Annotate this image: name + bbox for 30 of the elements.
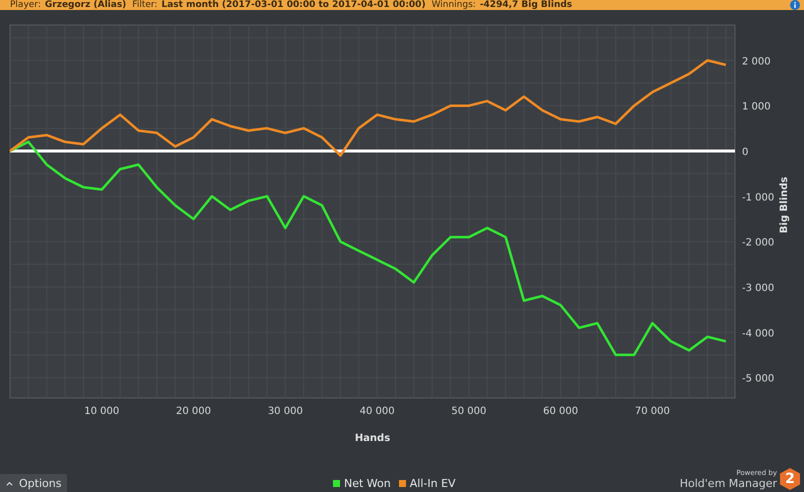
- winnings-label: Winnings:: [432, 0, 476, 10]
- options-button[interactable]: Options: [0, 474, 68, 492]
- player-label: Player:: [10, 0, 41, 10]
- logo-badge: 2: [780, 468, 800, 490]
- info-icon[interactable]: [790, 0, 800, 10]
- y-tick-label: -5 000: [742, 374, 774, 385]
- y-tick-label: 0: [742, 147, 748, 158]
- x-tick-label: 40 000: [360, 406, 395, 417]
- filter-value: Last month (2017-03-01 00:00 to 2017-04-01 00:00): [161, 0, 426, 10]
- x-axis-title: Hands: [354, 433, 390, 444]
- y-tick-label: 2 000: [742, 56, 771, 68]
- x-tick-label: 60 000: [543, 406, 578, 417]
- winnings-value: -4294,7 Big Blinds: [480, 0, 572, 10]
- player-name: Grzegorz (Alias): [44, 0, 126, 10]
- legend-label[interactable]: Net Won: [344, 477, 391, 490]
- product-name: Hold'em Manager: [680, 478, 777, 490]
- x-tick-label: 30 000: [268, 406, 303, 417]
- caret-icon: [6, 481, 13, 486]
- y-tick-label: -1 000: [742, 192, 774, 204]
- x-tick-label: 20 000: [176, 406, 212, 417]
- y-tick-label: -4 000: [742, 328, 774, 340]
- filter-label: Filter:: [132, 0, 158, 10]
- x-tick-label: 50 000: [451, 406, 486, 417]
- x-tick-label: 10 000: [84, 406, 120, 417]
- x-tick-label: 70 000: [634, 406, 670, 417]
- y-tick-label: -3 000: [742, 282, 774, 294]
- legend-label[interactable]: All-In EV: [410, 477, 456, 490]
- y-tick-label: -2 000: [742, 238, 774, 249]
- y-tick-label: 1 000: [742, 102, 771, 113]
- y-axis-title: Big Blinds: [779, 176, 790, 234]
